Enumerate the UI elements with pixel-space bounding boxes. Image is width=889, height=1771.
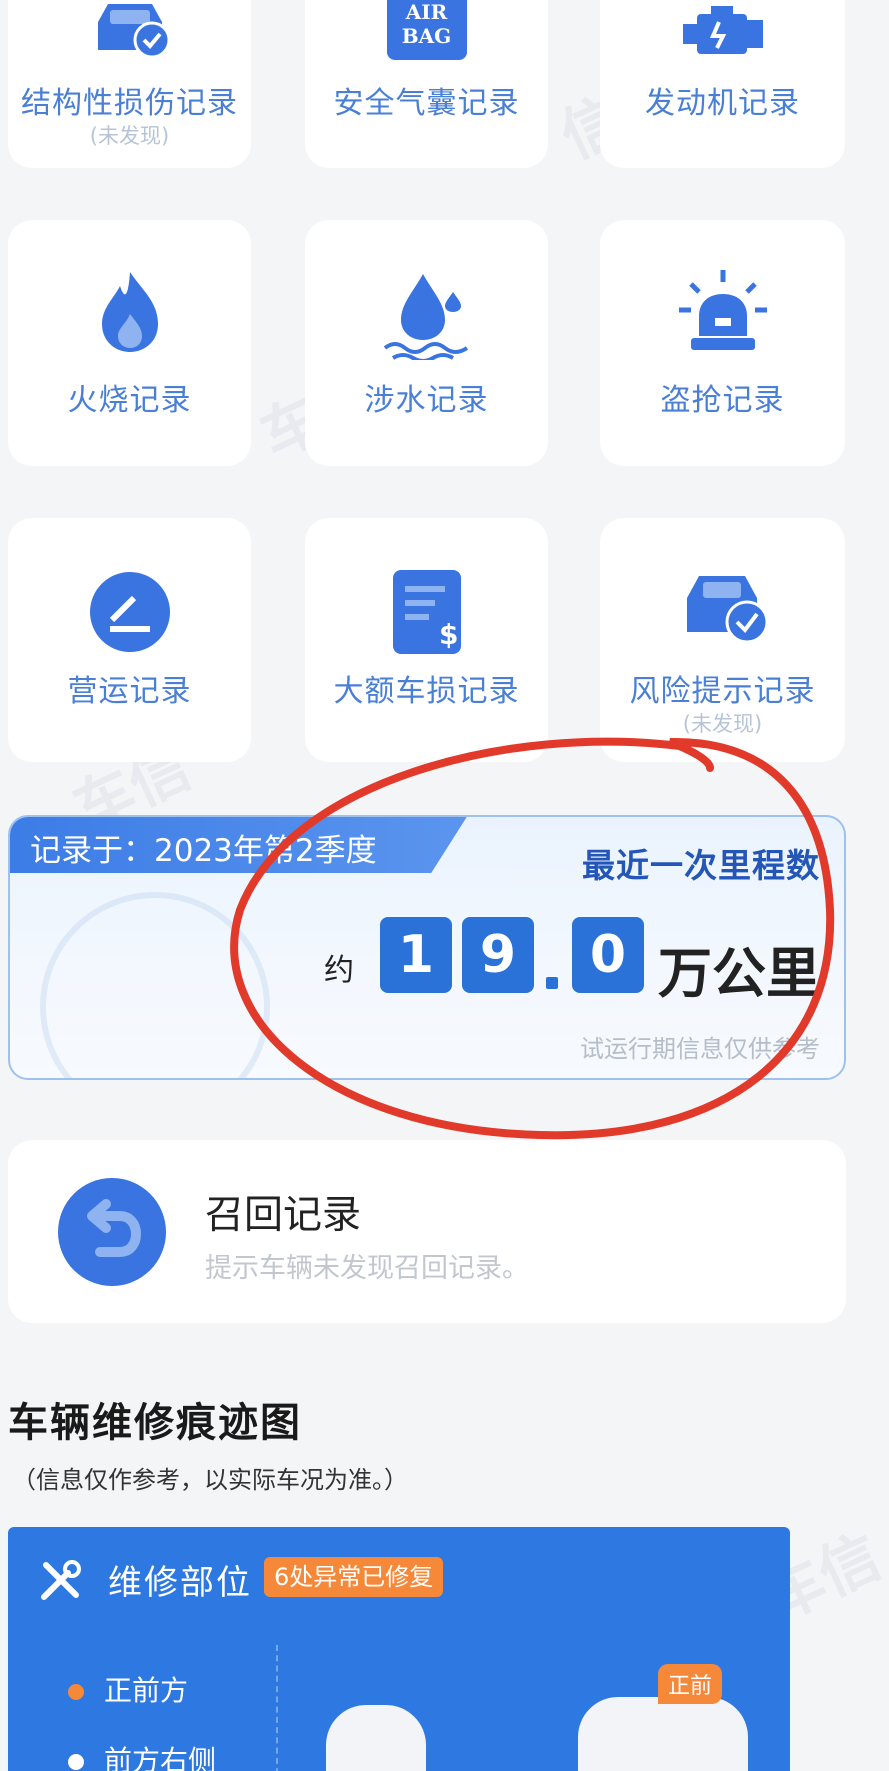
tile-structural-damage[interactable]: 结构性损伤记录 (未发现)	[8, 0, 251, 168]
repair-location-label: 前方右侧	[104, 1744, 217, 1771]
wrench-icon	[38, 1559, 82, 1607]
tile-label: 盗抢记录	[660, 383, 785, 418]
decimal-point	[546, 977, 558, 989]
divider	[276, 1645, 278, 1771]
tile-status: (未发现)	[682, 712, 763, 736]
car-front-view	[578, 1697, 748, 1771]
car-side-view	[326, 1705, 426, 1771]
mileage-digit: 1	[380, 917, 452, 993]
tile-label: 风险提示记录	[629, 674, 816, 709]
svg-text:$: $	[439, 618, 458, 651]
record-date: 记录于：2023年第2季度	[30, 833, 377, 869]
alarm-light-icon	[675, 270, 771, 358]
disclaimer-note: 试运行期信息仅供参考	[580, 1035, 820, 1063]
recall-title: 召回记录	[205, 1193, 362, 1238]
section-subheading: （信息仅作参考，以实际车况为准。）	[12, 1466, 408, 1494]
tile-airbag[interactable]: AIR BAG 安全气囊记录	[305, 0, 548, 168]
recall-card[interactable]: 召回记录 提示车辆未发现召回记录。	[8, 1140, 846, 1323]
repair-location-label: 正前方	[104, 1674, 189, 1707]
car-check-icon	[90, 0, 170, 64]
tile-label: 发动机记录	[645, 86, 800, 121]
record-date-ribbon: 记录于：2023年第2季度	[10, 817, 468, 873]
edit-circle-icon	[88, 570, 172, 658]
tile-flood[interactable]: 涉水记录	[305, 220, 548, 466]
mileage-card: 记录于：2023年第2季度 最近一次里程数 约 1 9 0 万公里 试运行期信息…	[8, 815, 846, 1080]
mileage-title: 最近一次里程数	[582, 846, 820, 885]
airbag-icon-text: AIR BAG	[401, 0, 452, 48]
mileage-unit: 万公里	[658, 942, 820, 1005]
tile-risk[interactable]: 风险提示记录 (未发现)	[600, 518, 845, 762]
approx-label: 约	[324, 953, 354, 988]
water-icon	[379, 270, 475, 364]
tile-fire[interactable]: 火烧记录	[8, 220, 251, 466]
fire-icon	[98, 270, 162, 358]
tile-label: 大额车损记录	[333, 674, 520, 709]
mileage-digit: 0	[572, 917, 644, 993]
bullet	[68, 1684, 84, 1700]
tile-engine[interactable]: 发动机记录	[600, 0, 845, 168]
mileage-digit: 9	[462, 917, 534, 993]
engine-icon	[675, 6, 771, 66]
tile-label: 火烧记录	[67, 383, 192, 418]
tile-label: 涉水记录	[364, 383, 489, 418]
tile-status: (未发现)	[89, 124, 170, 148]
repair-location-item[interactable]: 正前方	[68, 1669, 188, 1709]
recall-subtitle: 提示车辆未发现召回记录。	[205, 1253, 529, 1284]
tile-theft[interactable]: 盗抢记录	[600, 220, 845, 466]
invoice-dollar-icon: $	[389, 568, 465, 660]
bullet	[68, 1754, 84, 1770]
tile-operation[interactable]: 营运记录	[8, 518, 251, 762]
repair-count-badge: 6处异常已修复	[264, 1557, 444, 1597]
tile-label: 结构性损伤记录	[21, 86, 238, 121]
damage-tag[interactable]: 正前	[658, 1664, 723, 1704]
tile-major-damage[interactable]: $ 大额车损记录	[305, 518, 548, 762]
repair-panel: 维修部位 6处异常已修复 正前方 前方右侧 正前	[8, 1527, 790, 1771]
repair-location-item[interactable]: 前方右侧	[68, 1739, 216, 1771]
car-check-icon	[675, 568, 771, 650]
gauge-decoration	[40, 892, 270, 1078]
section-heading: 车辆维修痕迹图	[8, 1400, 302, 1446]
tile-label: 安全气囊记录	[333, 86, 520, 121]
airbag-icon: AIR BAG	[386, 0, 467, 60]
tile-label: 营运记录	[67, 674, 192, 709]
panel-title: 维修部位	[108, 1563, 252, 1603]
undo-icon	[58, 1178, 166, 1286]
